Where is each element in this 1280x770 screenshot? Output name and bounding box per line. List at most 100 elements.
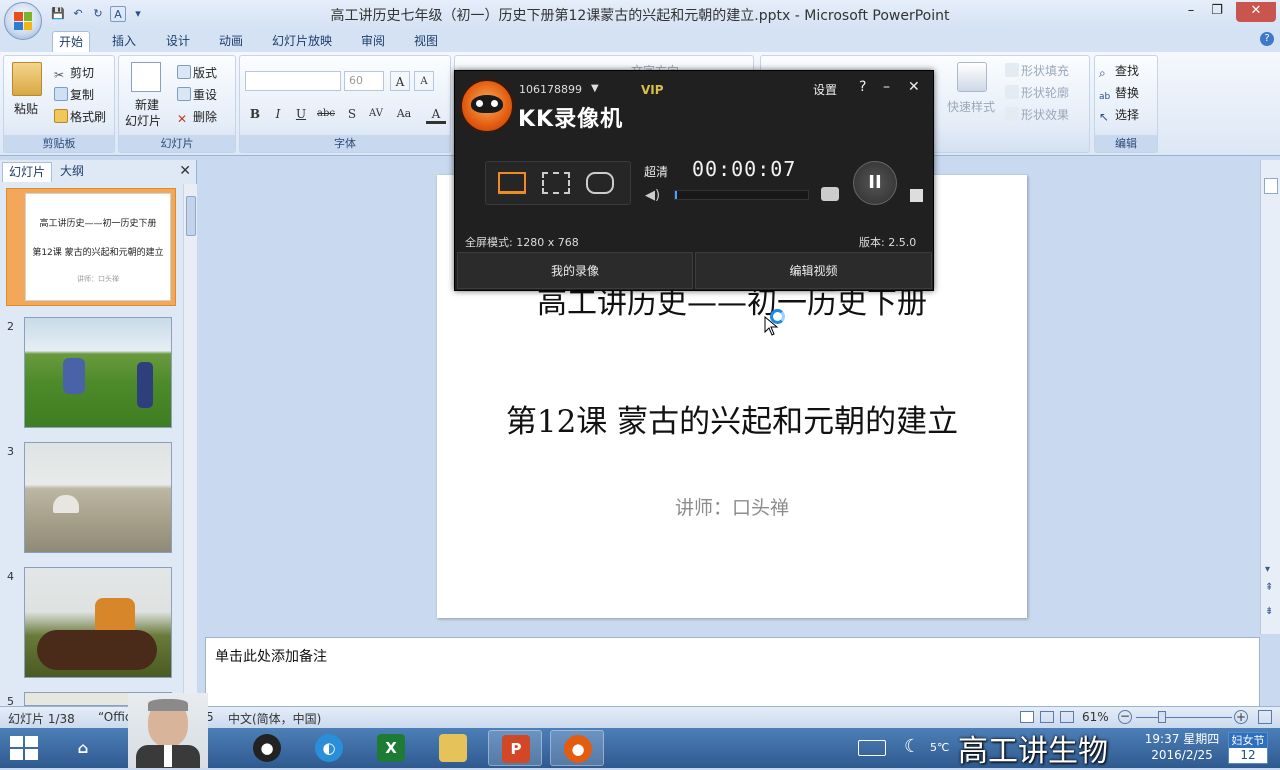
vip-badge[interactable]: VIP [641,83,664,97]
tab-slideshow[interactable]: 幻灯片放映 [266,31,338,52]
select-button[interactable]: ↖ 选择 [1099,106,1139,124]
slide-subtitle[interactable]: 第12课 蒙古的兴起和元朝的建立 [437,396,1027,441]
zoom-level[interactable]: 61% [1082,710,1109,724]
quick-styles-button[interactable]: 快速样式 [947,98,995,115]
scrollbar-thumb[interactable] [1264,178,1278,194]
normal-view-icon[interactable] [1020,711,1034,723]
screenshot-camera-icon[interactable] [821,187,839,201]
system-clock[interactable]: 19:37 星期四 2016/2/25 [1142,731,1222,763]
panel-close-icon[interactable]: ✕ [179,163,191,179]
font-icon[interactable]: A [110,6,126,22]
minimize-button[interactable]: – [1178,2,1204,22]
zoom-slider-thumb[interactable] [1158,711,1166,723]
slide-thumbnail-3[interactable] [24,442,172,553]
char-spacing-button[interactable]: AV [366,104,386,124]
sorter-view-icon[interactable] [1040,711,1054,723]
notes-pane[interactable]: 单击此处添加备注 [205,637,1260,707]
tab-insert[interactable]: 插入 [106,31,142,52]
prev-slide-icon[interactable]: ⇞ [1265,583,1273,593]
kk-recorder-taskbar-icon[interactable]: ● [550,730,604,766]
new-slide-button-label2[interactable]: 幻灯片 [125,112,161,129]
stop-button[interactable] [910,189,923,202]
slide-thumbnail-2[interactable] [24,317,172,428]
slideshow-view-icon[interactable] [1060,711,1074,723]
settings-button[interactable]: 设置 [813,81,837,98]
game-mode-icon[interactable] [586,172,614,194]
underline-button[interactable]: U [291,104,311,124]
delete-button[interactable]: ✕ 删除 [177,108,217,126]
grow-font-icon[interactable]: A [390,71,410,91]
fullscreen-mode-icon[interactable] [498,172,526,194]
slide-lecturer[interactable]: 讲师：口头禅 [437,493,1027,520]
undo-icon[interactable]: ↶ [70,6,86,22]
help-button[interactable]: ? [859,79,866,95]
tab-review[interactable]: 审阅 [355,31,391,52]
volume-bar[interactable] [674,190,809,200]
calendar-widget[interactable]: 妇女节 12 [1228,732,1268,764]
font-color-button[interactable]: A [426,104,446,124]
tab-outline[interactable]: 大纲 [54,162,90,182]
qq-taskbar-icon[interactable]: ● [240,730,294,766]
replace-button[interactable]: ab 替换 [1099,84,1139,106]
shape-fill-button[interactable]: 形状填充 [1005,62,1069,79]
quality-label[interactable]: 超清 [644,163,668,180]
close-button[interactable]: ✕ [908,79,920,95]
change-case-button[interactable]: Aa [394,104,414,124]
next-slide-icon[interactable]: ⇟ [1265,607,1273,617]
scrollbar-thumb[interactable] [186,196,196,236]
save-icon[interactable]: 💾 [50,6,66,22]
paste-icon[interactable] [12,62,42,96]
paste-button[interactable]: 粘贴 [14,100,38,117]
panel-scrollbar[interactable] [183,184,197,704]
slide-scrollbar[interactable]: ▾ ⇞ ⇟ [1260,160,1280,634]
zoom-in-icon[interactable]: + [1234,710,1248,724]
account-dropdown-icon[interactable]: ▼ [591,83,599,94]
pause-button[interactable]: II [853,161,897,205]
scroll-down-icon[interactable]: ▾ [1265,564,1270,575]
tab-home[interactable]: 开始 [52,31,91,52]
italic-button[interactable]: I [268,104,288,124]
tab-design[interactable]: 设计 [160,31,196,52]
tab-slides[interactable]: 幻灯片 [2,162,53,182]
slide-thumbnail-1[interactable]: 高工讲历史——初一历史下册 第12课 蒙古的兴起和元朝的建立 讲师：口头禅 [6,188,176,306]
excel-taskbar-icon[interactable]: X [364,730,418,766]
zoom-slider[interactable] [1136,717,1232,718]
home-taskbar-icon[interactable]: ⌂ [56,730,110,766]
account-id[interactable]: 106178899 [519,83,582,96]
find-button[interactable]: ⌕ 查找 [1099,62,1139,80]
redo-icon[interactable]: ↻ [90,6,106,22]
edit-video-button[interactable]: 编辑视频 [695,252,932,289]
new-slide-button[interactable]: 新建 [135,96,159,113]
language-indicator[interactable]: 中文(简体，中国) [228,710,321,727]
office-button[interactable] [4,2,42,40]
copy-button[interactable]: 复制 [54,86,94,103]
browser-taskbar-icon[interactable]: ◐ [302,730,356,766]
shadow-button[interactable]: S [342,104,362,124]
strikethrough-button[interactable]: abc [316,104,336,124]
tab-view[interactable]: 视图 [408,31,444,52]
keyboard-icon[interactable] [858,740,886,756]
help-icon[interactable]: ? [1260,32,1274,46]
moon-weather-icon[interactable]: ☾ [904,736,920,757]
volume-icon[interactable]: ◀) [645,188,660,203]
new-slide-icon[interactable] [131,62,161,92]
font-size-field[interactable]: 60 [344,71,384,91]
fit-window-icon[interactable] [1258,710,1272,724]
shape-outline-button[interactable]: 形状轮廓 [1005,84,1069,101]
windows-start-icon[interactable] [10,736,38,760]
my-recordings-button[interactable]: 我的录像 [457,252,693,289]
layout-button[interactable]: 版式 [177,64,217,81]
minimize-button[interactable]: – [883,79,890,95]
bold-button[interactable]: B [245,104,265,124]
font-name-field[interactable] [245,71,341,91]
shrink-font-icon[interactable]: A [414,71,434,91]
powerpoint-taskbar-icon[interactable]: P [488,730,542,766]
quick-styles-icon[interactable] [957,62,987,92]
cut-button[interactable]: ✂ 剪切 [54,64,94,82]
region-mode-icon[interactable] [542,172,570,194]
customize-qat-icon[interactable]: ▾ [130,6,146,22]
slide-thumbnail-4[interactable] [24,567,172,678]
format-painter-button[interactable]: 格式刷 [54,108,106,125]
zoom-out-icon[interactable]: − [1118,710,1132,724]
tab-animations[interactable]: 动画 [213,31,249,52]
